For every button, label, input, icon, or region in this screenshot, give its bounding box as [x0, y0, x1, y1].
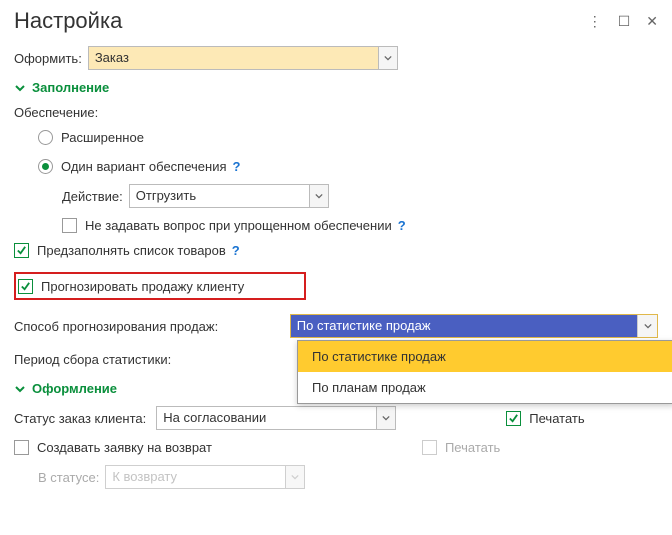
forecast-method-select[interactable]: По статистике продаж — [290, 314, 658, 338]
print-label: Печатать — [529, 411, 584, 426]
forecast-method-value: По статистике продаж — [291, 315, 637, 337]
radio-single[interactable] — [38, 159, 53, 174]
in-status-value: К возврату — [105, 465, 285, 489]
radio-extended-label: Расширенное — [61, 130, 144, 145]
help-icon[interactable]: ? — [233, 159, 241, 174]
section-fill-toggle[interactable]: Заполнение — [14, 80, 658, 95]
chevron-down-icon — [285, 465, 305, 489]
checkbox-prefill[interactable] — [14, 243, 29, 258]
oformit-value: Заказ — [88, 46, 378, 70]
status-label: Статус заказ клиента: — [14, 411, 146, 426]
radio-extended[interactable] — [38, 130, 53, 145]
close-icon[interactable]: ✕ — [646, 13, 658, 30]
checkbox-print-disabled — [422, 440, 437, 455]
checkbox-noask-label: Не задавать вопрос при упрощенном обеспе… — [85, 218, 392, 233]
checkbox-prefill-label: Предзаполнять список товаров — [37, 243, 226, 258]
checkbox-create-return-label: Создавать заявку на возврат — [37, 440, 212, 455]
help-icon[interactable]: ? — [232, 243, 240, 258]
chevron-down-icon[interactable] — [309, 184, 329, 208]
status-select[interactable]: На согласовании — [156, 406, 396, 430]
action-label: Действие: — [62, 189, 123, 204]
action-select[interactable]: Отгрузить — [129, 184, 329, 208]
radio-single-label: Один вариант обеспечения — [61, 159, 227, 174]
checkbox-forecast-client[interactable] — [18, 279, 33, 294]
oformit-label: Оформить: — [14, 51, 82, 66]
checkbox-print[interactable] — [506, 411, 521, 426]
chevron-down-icon — [14, 82, 26, 94]
page-title: Настройка — [14, 8, 122, 34]
dropdown-option[interactable]: По планам продаж — [298, 372, 672, 403]
section-design-label: Оформление — [32, 381, 117, 396]
kebab-menu-icon[interactable]: ⋮ — [588, 13, 602, 30]
oformit-select[interactable]: Заказ — [88, 46, 398, 70]
checkbox-create-return[interactable] — [14, 440, 29, 455]
dropdown-option[interactable]: По статистике продаж — [298, 341, 672, 372]
in-status-label: В статусе: — [38, 470, 99, 485]
checkbox-forecast-client-label: Прогнозировать продажу клиенту — [41, 279, 244, 294]
forecast-method-dropdown: По статистике продаж По планам продаж — [297, 340, 672, 404]
chevron-down-icon[interactable] — [376, 406, 396, 430]
forecast-method-label: Способ прогнозирования продаж: — [14, 319, 284, 334]
print-disabled-label: Печатать — [445, 440, 500, 455]
action-value: Отгрузить — [129, 184, 309, 208]
chevron-down-icon[interactable] — [637, 315, 657, 337]
chevron-down-icon[interactable] — [378, 46, 398, 70]
section-fill-label: Заполнение — [32, 80, 109, 95]
status-value: На согласовании — [156, 406, 376, 430]
obespechenie-label: Обеспечение: — [14, 105, 98, 120]
checkbox-noask[interactable] — [62, 218, 77, 233]
help-icon[interactable]: ? — [398, 218, 406, 233]
in-status-select: К возврату — [105, 465, 305, 489]
chevron-down-icon — [14, 383, 26, 395]
maximize-icon[interactable]: ☐ — [618, 13, 631, 30]
stat-period-label: Период сбора статистики: — [14, 352, 171, 367]
